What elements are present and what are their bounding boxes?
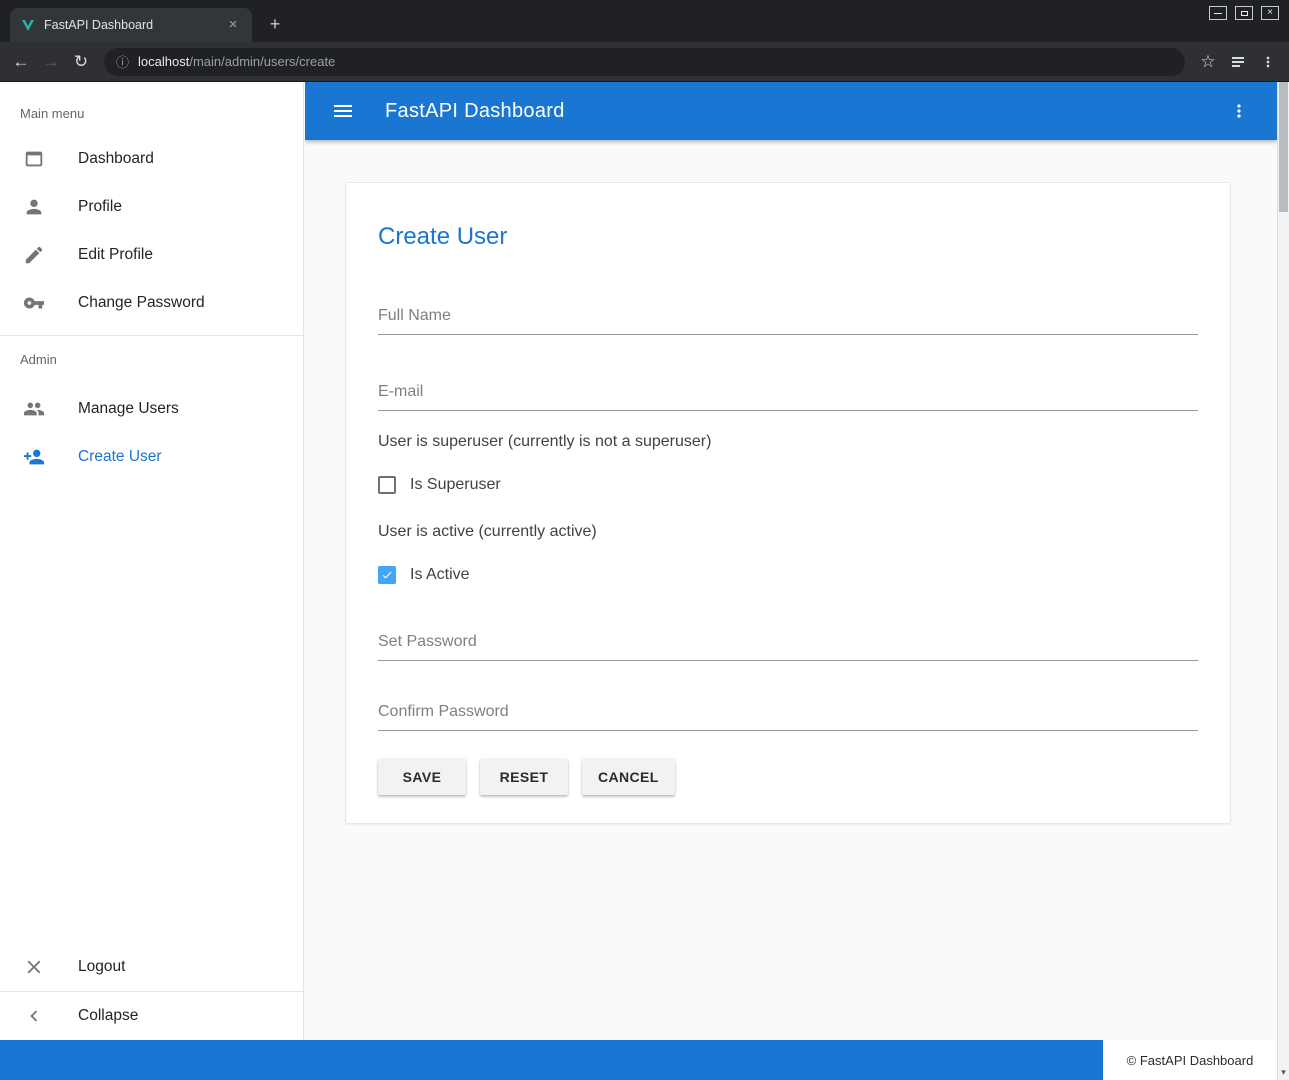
window-controls: ×: [1209, 6, 1279, 20]
sidebar-item-label: Profile: [78, 198, 122, 216]
chevron-left-icon: [22, 1004, 46, 1028]
scrollbar-down-arrow-icon[interactable]: ▾: [1278, 1067, 1289, 1078]
create-user-card: Create User User is superuser (currently…: [345, 182, 1231, 824]
url-bar[interactable]: ⓘ localhost/main/admin/users/create: [104, 48, 1185, 76]
reload-icon[interactable]: ↻: [66, 47, 96, 77]
browser-extra-icon[interactable]: [1223, 47, 1253, 77]
bookmark-star-icon[interactable]: ☆: [1193, 47, 1223, 77]
url-text: localhost/main/admin/users/create: [138, 54, 335, 69]
is-superuser-label[interactable]: Is Superuser: [410, 476, 501, 494]
tab-title: FastAPI Dashboard: [44, 18, 224, 32]
save-button[interactable]: SAVE: [378, 759, 466, 795]
scrollbar-thumb[interactable]: [1279, 82, 1288, 212]
active-hint: User is active (currently active): [378, 523, 1198, 541]
full-name-field[interactable]: [378, 307, 1198, 335]
full-name-field-wrap: [378, 307, 1198, 335]
sidebar-bottom: Logout Collapse: [0, 943, 303, 1040]
confirm-password-field[interactable]: [378, 703, 1198, 731]
browser-menu-kebab-icon[interactable]: [1253, 47, 1283, 77]
superuser-checkbox-row: Is Superuser: [378, 475, 1198, 495]
sidebar-item-manage-users[interactable]: Manage Users: [0, 385, 303, 433]
sidebar-section-main-menu: Main menu: [0, 82, 303, 135]
email-field[interactable]: [378, 383, 1198, 411]
window-minimize-button[interactable]: [1209, 6, 1227, 20]
sidebar-item-label: Change Password: [78, 294, 205, 312]
sidebar-section-admin: Admin: [0, 336, 303, 385]
browser-tab[interactable]: FastAPI Dashboard ×: [10, 8, 252, 42]
page-footer: © FastAPI Dashboard: [0, 1040, 1277, 1080]
sidebar-item-dashboard[interactable]: Dashboard: [0, 135, 303, 183]
back-icon[interactable]: ←: [6, 47, 36, 77]
browser-toolbar: ← → ↻ ⓘ localhost/main/admin/users/creat…: [0, 42, 1289, 82]
appbar-title: FastAPI Dashboard: [385, 100, 1197, 123]
new-tab-button[interactable]: +: [264, 14, 286, 36]
sidebar-item-label: Edit Profile: [78, 246, 153, 264]
site-info-icon[interactable]: ⓘ: [116, 52, 129, 71]
sidebar-item-label: Create User: [78, 448, 162, 466]
sidebar-item-edit-profile[interactable]: Edit Profile: [0, 231, 303, 279]
set-password-field-wrap: [378, 633, 1198, 661]
vuetify-favicon-icon: [20, 17, 36, 33]
sidebar-item-collapse[interactable]: Collapse: [0, 992, 303, 1040]
content-area: Create User User is superuser (currently…: [305, 140, 1277, 1040]
sidebar-item-logout[interactable]: Logout: [0, 943, 303, 991]
url-host: localhost: [138, 54, 189, 69]
sidebar-item-change-password[interactable]: Change Password: [0, 279, 303, 327]
reset-button[interactable]: RESET: [480, 759, 568, 795]
pencil-icon: [22, 243, 46, 267]
page-title: Create User: [378, 223, 1198, 251]
active-checkbox-row: Is Active: [378, 565, 1198, 585]
page-scrollbar[interactable]: ▾: [1277, 82, 1289, 1080]
is-superuser-checkbox[interactable]: [378, 476, 396, 494]
form-buttons: SAVE RESET CANCEL: [378, 759, 1198, 795]
is-active-label[interactable]: Is Active: [410, 566, 470, 584]
window-maximize-button[interactable]: [1235, 6, 1253, 20]
dashboard-icon: [22, 147, 46, 171]
sidebar-item-create-user[interactable]: Create User: [0, 433, 303, 481]
forward-icon[interactable]: →: [36, 47, 66, 77]
footer-copyright: © FastAPI Dashboard: [1103, 1040, 1277, 1080]
sidebar-item-profile[interactable]: Profile: [0, 183, 303, 231]
hamburger-menu-icon[interactable]: [327, 95, 359, 127]
page: Main menu Dashboard Profile Edit Profile…: [0, 82, 1289, 1080]
sidebar: Main menu Dashboard Profile Edit Profile…: [0, 82, 304, 1040]
key-icon: [22, 291, 46, 315]
email-field-wrap: [378, 383, 1198, 411]
sidebar-item-label: Logout: [78, 958, 125, 976]
person-add-icon: [22, 445, 46, 469]
sidebar-item-label: Dashboard: [78, 150, 154, 168]
confirm-password-field-wrap: [378, 703, 1198, 731]
browser-titlebar: FastAPI Dashboard × + ×: [0, 0, 1289, 42]
appbar-kebab-icon[interactable]: [1223, 95, 1255, 127]
set-password-field[interactable]: [378, 633, 1198, 661]
sidebar-item-label: Manage Users: [78, 400, 179, 418]
tab-close-icon[interactable]: ×: [224, 16, 242, 34]
close-icon: [22, 955, 46, 979]
window-close-button[interactable]: ×: [1261, 6, 1279, 20]
people-icon: [22, 397, 46, 421]
cancel-button[interactable]: CANCEL: [582, 759, 675, 795]
superuser-hint: User is superuser (currently is not a su…: [378, 433, 1198, 451]
is-active-checkbox[interactable]: [378, 566, 396, 584]
person-icon: [22, 195, 46, 219]
sidebar-item-label: Collapse: [78, 1007, 138, 1025]
url-path: /main/admin/users/create: [189, 54, 335, 69]
main-area: FastAPI Dashboard Create User User is su…: [305, 82, 1277, 1040]
app-bar: FastAPI Dashboard: [305, 82, 1277, 140]
